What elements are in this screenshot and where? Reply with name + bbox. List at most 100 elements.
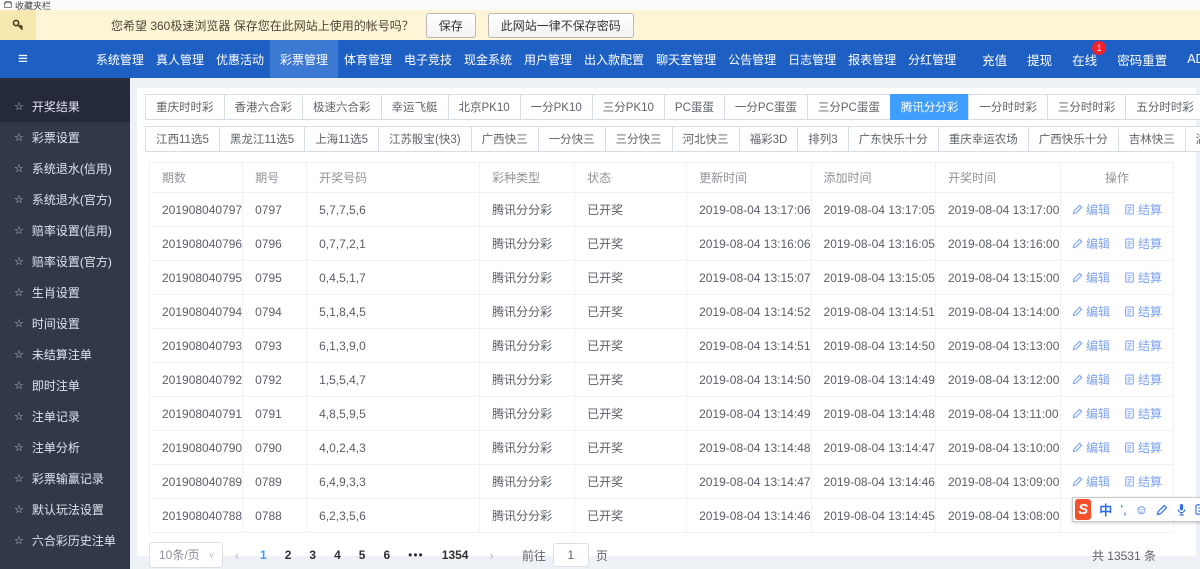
page-button-4[interactable]: 4 [334, 548, 341, 562]
tab-香港六合彩[interactable]: 香港六合彩 [223, 94, 303, 120]
nav-item-5[interactable]: 体育管理 [338, 40, 398, 78]
hamburger-icon[interactable]: ≡ [18, 40, 28, 78]
edit-button[interactable]: 编辑 [1072, 303, 1110, 320]
sidebar-item-12[interactable]: ☆ 注单分析 [0, 432, 130, 463]
page-button-2[interactable]: 2 [285, 548, 292, 562]
nav-item-11[interactable]: 公告管理 [722, 40, 782, 78]
tab-湖北快三[interactable]: 湖北快三 [1184, 126, 1200, 152]
prev-page-button[interactable]: ‹ [235, 548, 239, 563]
tab-江苏骰宝(快3)[interactable]: 江苏骰宝(快3) [378, 126, 472, 152]
nav-item-9[interactable]: 出入款配置 [578, 40, 650, 78]
tab-极速六合彩[interactable]: 极速六合彩 [302, 94, 382, 120]
settle-button[interactable]: 结算 [1124, 439, 1162, 456]
nav-item-2[interactable]: 真人管理 [150, 40, 210, 78]
online-link[interactable]: 在线 1 [1072, 40, 1107, 69]
tab-重庆时时彩[interactable]: 重庆时时彩 [145, 94, 225, 120]
tab-河北快三[interactable]: 河北快三 [671, 126, 740, 152]
voice-icon[interactable] [1176, 503, 1187, 516]
page-button-last[interactable]: 1354 [442, 548, 469, 562]
settle-button[interactable]: 结算 [1124, 201, 1162, 218]
tab-江西11选5[interactable]: 江西11选5 [145, 126, 220, 152]
save-password-button[interactable]: 保存 [425, 12, 476, 38]
settle-button[interactable]: 结算 [1124, 303, 1162, 320]
tab-三分时时彩[interactable]: 三分时时彩 [1046, 94, 1127, 120]
tab-福彩3D[interactable]: 福彩3D [738, 126, 799, 152]
edit-button[interactable]: 编辑 [1072, 405, 1110, 422]
emoji-icon[interactable]: ☺ [1135, 502, 1148, 517]
handwriting-icon[interactable] [1156, 504, 1168, 516]
next-page-button[interactable]: › [489, 548, 493, 563]
page-button-3[interactable]: 3 [309, 548, 316, 562]
tab-重庆幸运农场[interactable]: 重庆幸运农场 [937, 126, 1029, 152]
sidebar-item-8[interactable]: ☆ 时间设置 [0, 308, 130, 339]
settle-button[interactable]: 结算 [1124, 371, 1162, 388]
tab-黑龙江11选5[interactable]: 黑龙江11选5 [218, 126, 306, 152]
page-button-1[interactable]: 1 [260, 548, 267, 562]
edit-button[interactable]: 编辑 [1072, 337, 1110, 354]
password-reset-link[interactable]: 密码重置 [1117, 50, 1167, 69]
sidebar-item-13[interactable]: ☆ 彩票输赢记录 [0, 463, 130, 494]
tab-三分PK10[interactable]: 三分PK10 [591, 94, 665, 120]
tab-腾讯分分彩[interactable]: 腾讯分分彩 [889, 94, 970, 120]
edit-button[interactable]: 编辑 [1072, 473, 1110, 490]
settle-button[interactable]: 结算 [1124, 405, 1162, 422]
punctuation-icon[interactable]: ’, [1120, 502, 1127, 517]
sidebar-item-7[interactable]: ☆ 生肖设置 [0, 277, 130, 308]
tab-PC蛋蛋[interactable]: PC蛋蛋 [663, 94, 725, 120]
nav-item-12[interactable]: 日志管理 [782, 40, 842, 78]
tab-三分PC蛋蛋[interactable]: 三分PC蛋蛋 [806, 94, 891, 120]
sidebar-item-6[interactable]: ☆ 赔率设置(官方) [0, 246, 130, 277]
tab-广西快三[interactable]: 广西快三 [470, 126, 539, 152]
admin-menu[interactable]: ADMIN∨ [1187, 52, 1200, 66]
edit-button[interactable]: 编辑 [1072, 201, 1110, 218]
sidebar-item-9[interactable]: ☆ 未结算注单 [0, 339, 130, 370]
tab-吉林快三[interactable]: 吉林快三 [1117, 126, 1186, 152]
nav-item-14[interactable]: 分红管理 [902, 40, 962, 78]
nav-item-1[interactable]: 系统管理 [90, 40, 150, 78]
per-page-select[interactable]: 10条/页 ∨ [149, 542, 223, 568]
sidebar-item-5[interactable]: ☆ 赔率设置(信用) [0, 215, 130, 246]
edit-button[interactable]: 编辑 [1072, 235, 1110, 252]
tab-三分快三[interactable]: 三分快三 [604, 126, 673, 152]
nav-item-6[interactable]: 电子竞技 [398, 40, 458, 78]
never-save-button[interactable]: 此网站一律不保存密码 [487, 12, 634, 38]
nav-item-10[interactable]: 聊天室管理 [650, 40, 722, 78]
nav-item-3[interactable]: 优惠活动 [210, 40, 270, 78]
tab-广西快乐十分[interactable]: 广西快乐十分 [1027, 126, 1119, 152]
recharge-link[interactable]: 充值 [982, 50, 1007, 69]
edit-button[interactable]: 编辑 [1072, 269, 1110, 286]
tab-一分快三[interactable]: 一分快三 [537, 126, 606, 152]
tab-广东快乐十分[interactable]: 广东快乐十分 [847, 126, 939, 152]
page-button-6[interactable]: 6 [383, 548, 390, 562]
settle-button[interactable]: 结算 [1124, 473, 1162, 490]
sidebar-item-15[interactable]: ☆ 六合彩历史注单 [0, 525, 130, 556]
tab-一分时时彩[interactable]: 一分时时彩 [968, 94, 1048, 120]
tab-上海11选5[interactable]: 上海11选5 [304, 126, 380, 152]
nav-item-8[interactable]: 用户管理 [518, 40, 578, 78]
tab-一分PK10[interactable]: 一分PK10 [519, 94, 593, 120]
tab-一分PC蛋蛋[interactable]: 一分PC蛋蛋 [723, 94, 808, 120]
sidebar-item-1[interactable]: ☆ 开奖结果 [0, 91, 130, 122]
sidebar-item-2[interactable]: ☆ 彩票设置 [0, 122, 130, 153]
nav-item-13[interactable]: 报表管理 [842, 40, 902, 78]
settle-button[interactable]: 结算 [1124, 269, 1162, 286]
nav-item-7[interactable]: 现金系统 [458, 40, 518, 78]
sogou-logo-icon[interactable]: S [1075, 499, 1092, 520]
tab-北京PK10[interactable]: 北京PK10 [447, 94, 521, 120]
sidebar-item-11[interactable]: ☆ 注单记录 [0, 401, 130, 432]
chinese-mode-icon[interactable]: 中 [1099, 500, 1112, 519]
sidebar-item-4[interactable]: ☆ 系统退水(官方) [0, 184, 130, 215]
settle-button[interactable]: 结算 [1124, 337, 1162, 354]
settle-button[interactable]: 结算 [1124, 235, 1162, 252]
page-ellipsis[interactable]: ••• [408, 548, 424, 562]
nav-item-4[interactable]: 彩票管理 [269, 40, 338, 78]
tab-排列3[interactable]: 排列3 [797, 126, 849, 152]
tab-五分时时彩[interactable]: 五分时时彩 [1125, 94, 1200, 120]
sidebar-item-3[interactable]: ☆ 系统退水(信用) [0, 153, 130, 184]
page-button-5[interactable]: 5 [359, 548, 366, 562]
tab-幸运飞艇[interactable]: 幸运飞艇 [380, 94, 449, 120]
sidebar-item-14[interactable]: ☆ 默认玩法设置 [0, 494, 130, 525]
goto-page-input[interactable] [552, 543, 589, 567]
withdraw-link[interactable]: 提现 [1027, 50, 1052, 69]
keyboard-icon[interactable] [1195, 504, 1200, 515]
